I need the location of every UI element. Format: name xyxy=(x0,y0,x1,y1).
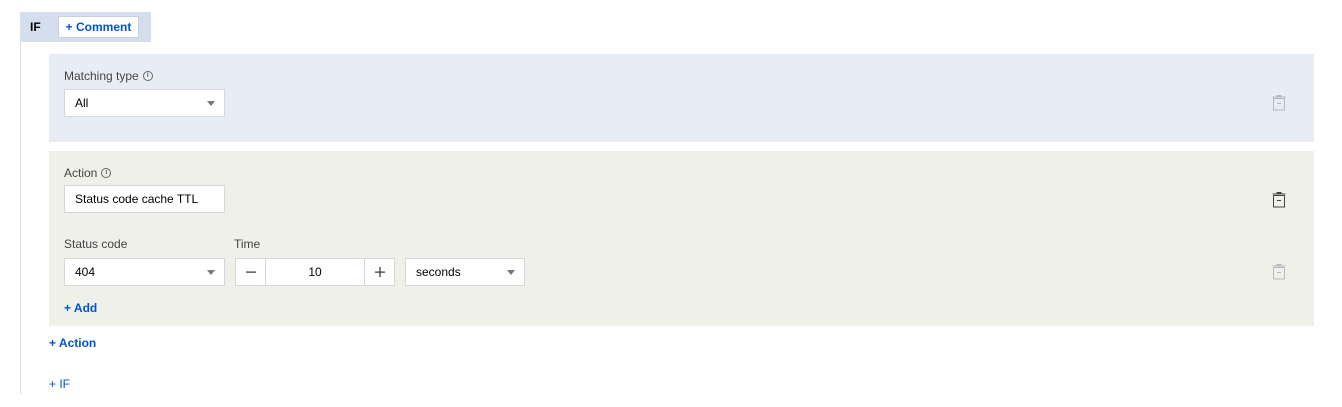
action-label-group: Action i xyxy=(64,166,112,180)
action-type-field[interactable]: Status code cache TTL xyxy=(64,185,225,213)
time-stepper[interactable]: 10 xyxy=(235,258,395,286)
chevron-down-icon xyxy=(207,270,215,275)
trash-icon[interactable] xyxy=(1272,264,1286,280)
matching-type-select[interactable]: All xyxy=(64,89,225,117)
action-type-value: Status code cache TTL xyxy=(75,192,199,206)
info-circle-icon[interactable]: i xyxy=(101,168,112,178)
info-circle-icon[interactable]: i xyxy=(142,71,153,81)
time-label: Time xyxy=(234,237,261,251)
chevron-down-icon xyxy=(207,101,215,106)
if-label: IF xyxy=(30,20,41,34)
status-code-select[interactable]: 404 xyxy=(64,258,225,286)
time-value[interactable]: 10 xyxy=(266,259,364,285)
decrement-button[interactable] xyxy=(236,259,266,285)
action-label: Action xyxy=(64,166,98,180)
add-comment-button[interactable]: + Comment xyxy=(58,16,139,38)
matching-type-value: All xyxy=(75,96,89,110)
trash-icon[interactable] xyxy=(1272,95,1286,111)
trash-icon[interactable] xyxy=(1272,192,1286,208)
status-code-label: Status code xyxy=(64,237,128,251)
add-status-code-link[interactable]: + Add xyxy=(64,301,97,315)
status-code-value: 404 xyxy=(75,265,96,279)
plus-icon xyxy=(374,267,385,277)
minus-icon xyxy=(245,271,256,273)
time-unit-value: seconds xyxy=(416,265,461,279)
chevron-down-icon xyxy=(507,270,515,275)
matching-type-label: Matching type xyxy=(64,69,139,83)
if-block-connector-line xyxy=(20,42,21,394)
if-block-header: IF + Comment xyxy=(20,12,151,42)
action-panel: Action i Status code cache TTL Status co… xyxy=(49,151,1314,326)
time-unit-select[interactable]: seconds xyxy=(405,258,525,286)
matching-type-label-group: Matching type i xyxy=(64,69,153,83)
add-action-link[interactable]: + Action xyxy=(49,336,96,350)
matching-type-panel: Matching type i All xyxy=(49,54,1314,142)
increment-button[interactable] xyxy=(364,259,394,285)
add-if-link[interactable]: + IF xyxy=(49,377,70,391)
